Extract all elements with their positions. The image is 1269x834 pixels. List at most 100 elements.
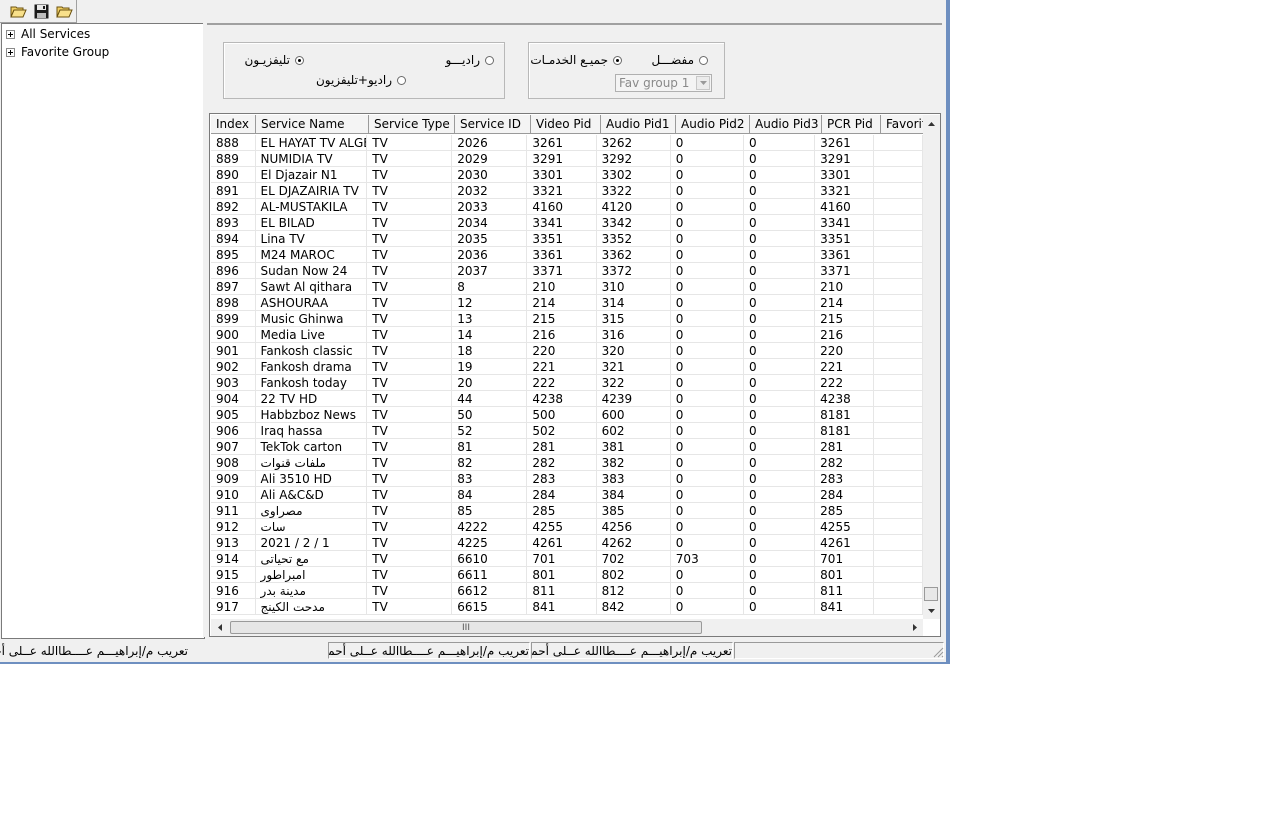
table-row[interactable]: 889 NUMIDIA TV TV 2029 3291 3292 0 0 3291 — [211, 151, 923, 167]
col-service-type-cell: TV — [367, 167, 453, 183]
col-pcr-pid-header[interactable]: PCR Pid — [822, 115, 881, 134]
save-disk-icon — [34, 4, 48, 18]
services-table[interactable]: Index Service Name Service Type Service ID V… — [209, 113, 941, 637]
radio-all-services[interactable]: جميـع الخدمـات — [530, 53, 622, 67]
col-pcr-pid-cell: 811 — [815, 583, 874, 599]
col-audio-pid2-header[interactable]: Audio Pid2 — [676, 115, 750, 134]
table-row[interactable]: 898 ASHOURAA TV 12 214 314 0 0 214 — [211, 295, 923, 311]
vertical-scrollbar[interactable] — [923, 115, 940, 619]
table-row[interactable]: 907 TekTok carton TV 81 281 381 0 0 281 — [211, 439, 923, 455]
table-row[interactable]: 915 امبراطور TV 6611 801 802 0 0 801 — [211, 567, 923, 583]
tree-item-favorite-group[interactable]: Favorite Group — [6, 44, 109, 60]
service-tree[interactable]: All Services Favorite Group — [1, 23, 205, 639]
table-row[interactable]: 904 22 TV HD TV 44 4238 4239 0 0 4238 — [211, 391, 923, 407]
scroll-down-button[interactable] — [923, 602, 940, 619]
table-row[interactable]: 914 مع تحياتى TV 6610 701 702 703 0 701 — [211, 551, 923, 567]
col-audio-pid1-cell: 3352 — [596, 231, 671, 247]
table-row[interactable]: 905 Habbzboz News TV 50 500 600 0 0 8181 — [211, 407, 923, 423]
col-audio-pid2-cell: 0 — [670, 439, 744, 455]
table-row[interactable]: 911 مصراوى TV 85 285 385 0 0 285 — [211, 503, 923, 519]
col-service-id-header[interactable]: Service ID — [455, 115, 531, 134]
col-service-type-header[interactable]: Service Type — [369, 115, 455, 134]
dropdown-button[interactable] — [696, 76, 710, 90]
table-row[interactable]: 910 Ali A&C&D TV 84 284 384 0 0 284 — [211, 487, 923, 503]
expand-plus-icon[interactable] — [6, 29, 15, 39]
col-service-name-header[interactable]: Service Name — [256, 115, 369, 134]
col-video-pid-header[interactable]: Video Pid — [531, 115, 601, 134]
col-video-pid-cell: 3361 — [527, 247, 597, 263]
col-service-id-cell: 18 — [452, 343, 528, 359]
col-audio-pid1-cell: 322 — [596, 375, 671, 391]
radio-favorite[interactable]: مفضـــل — [651, 53, 708, 67]
open-folder-button[interactable] — [8, 2, 28, 20]
table-row[interactable]: 899 Music Ghinwa TV 13 215 315 0 0 215 — [211, 311, 923, 327]
table-row[interactable]: 913 2021 / 2 / 1 TV 4225 4261 4262 0 0 4261 — [211, 535, 923, 551]
col-audio-pid3-header[interactable]: Audio Pid3 — [750, 115, 822, 134]
col-pcr-pid-cell: 222 — [815, 375, 874, 391]
col-index-cell: 909 — [211, 471, 256, 487]
radio-tv[interactable]: تليفزيـون — [245, 53, 304, 67]
table-row[interactable]: 894 Lina TV TV 2035 3351 3352 0 0 3351 — [211, 231, 923, 247]
radio-button[interactable] — [295, 55, 304, 65]
col-audio-pid3-cell: 0 — [743, 231, 816, 247]
expand-plus-icon[interactable] — [6, 47, 15, 57]
open-file-button[interactable] — [54, 2, 74, 20]
tree-item-all-services[interactable]: All Services — [6, 26, 90, 42]
table-row[interactable]: 902 Fankosh drama TV 19 221 321 0 0 221 — [211, 359, 923, 375]
col-service-type-cell: TV — [367, 535, 453, 551]
radio-radio-tv[interactable]: راديو+تليفزيون — [316, 73, 406, 87]
table-row[interactable]: 891 EL DJAZAIRIA TV TV 2032 3321 3322 0 0 3321 — [211, 183, 923, 199]
col-pcr-pid-cell: 210 — [815, 279, 874, 295]
table-row[interactable]: 916 مدينة بدر TV 6612 811 812 0 0 811 — [211, 583, 923, 599]
chevron-down-icon — [699, 81, 707, 85]
col-index-header[interactable]: Index — [211, 115, 256, 134]
col-audio-pid1-header[interactable]: Audio Pid1 — [601, 115, 676, 134]
radio-radio[interactable]: راديـــو — [437, 53, 494, 67]
save-button[interactable] — [31, 2, 51, 20]
vertical-scroll-thumb[interactable] — [924, 587, 938, 601]
col-pcr-pid-cell: 841 — [815, 599, 874, 615]
table-row[interactable]: 912 سات TV 4222 4255 4256 0 0 4255 — [211, 519, 923, 535]
col-service-type-cell: TV — [367, 359, 453, 375]
scroll-right-button[interactable] — [906, 619, 923, 636]
table-row[interactable]: 908 ملفات قنوات TV 82 282 382 0 0 282 — [211, 455, 923, 471]
resize-grip-icon[interactable] — [933, 647, 944, 658]
table-row[interactable]: 896 Sudan Now 24 TV 2037 3371 3372 0 0 3371 — [211, 263, 923, 279]
horizontal-scrollbar[interactable]: III — [211, 619, 923, 636]
col-audio-pid2-cell: 0 — [670, 295, 744, 311]
col-pcr-pid-cell: 8181 — [815, 423, 874, 439]
table-row[interactable]: 893 EL BILAD TV 2034 3341 3342 0 0 3341 — [211, 215, 923, 231]
radio-button[interactable] — [699, 55, 708, 65]
table-row[interactable]: 906 Iraq hassa TV 52 502 602 0 0 8181 — [211, 423, 923, 439]
horizontal-scroll-thumb[interactable]: III — [230, 621, 702, 634]
scroll-left-button[interactable] — [211, 619, 228, 636]
col-service-name-cell: Fankosh today — [255, 375, 368, 391]
table-row[interactable]: 895 M24 MAROC TV 2036 3361 3362 0 0 3361 — [211, 247, 923, 263]
table-row[interactable]: 909 Ali 3510 HD TV 83 283 383 0 0 283 — [211, 471, 923, 487]
fav-group-select[interactable]: Fav group 1 — [615, 74, 712, 92]
table-body[interactable]: 888 EL HAYAT TV ALGE TV 2026 3261 3262 0 0 3261 8… — [211, 135, 923, 619]
table-row[interactable]: 897 Sawt Al qithara TV 8 210 310 0 0 210 — [211, 279, 923, 295]
radio-radio-tv-label: راديو+تليفزيون — [315, 73, 392, 87]
col-service-name-cell: 22 TV HD — [255, 391, 368, 407]
radio-button[interactable] — [485, 55, 494, 65]
col-audio-pid3-cell: 0 — [743, 519, 816, 535]
panel-splitter[interactable] — [203, 23, 207, 637]
table-row[interactable]: 917 مدحت الكينج TV 6615 841 842 0 0 841 — [211, 599, 923, 615]
table-row[interactable]: 900 Media Live TV 14 216 316 0 0 216 — [211, 327, 923, 343]
col-favorite-cell — [873, 135, 923, 151]
table-row[interactable]: 903 Fankosh today TV 20 222 322 0 0 222 — [211, 375, 923, 391]
col-index-cell: 907 — [211, 439, 256, 455]
col-audio-pid2-cell: 0 — [670, 247, 744, 263]
col-service-type-cell: TV — [367, 439, 453, 455]
radio-button[interactable] — [397, 75, 406, 85]
table-row[interactable]: 890 El Djazair N1 TV 2030 3301 3302 0 0 3301 — [211, 167, 923, 183]
radio-button[interactable] — [613, 55, 622, 65]
col-service-name-cell: Habbzboz News — [255, 407, 368, 423]
table-row[interactable]: 901 Fankosh classic TV 18 220 320 0 0 220 — [211, 343, 923, 359]
table-row[interactable]: 892 AL-MUSTAKILA TV 2033 4160 4120 0 0 4160 — [211, 199, 923, 215]
table-row[interactable]: 888 EL HAYAT TV ALGE TV 2026 3261 3262 0 0 3261 — [211, 135, 923, 151]
col-service-type-cell: TV — [367, 247, 453, 263]
scroll-up-button[interactable] — [923, 115, 940, 132]
col-audio-pid1-cell: 602 — [596, 423, 671, 439]
